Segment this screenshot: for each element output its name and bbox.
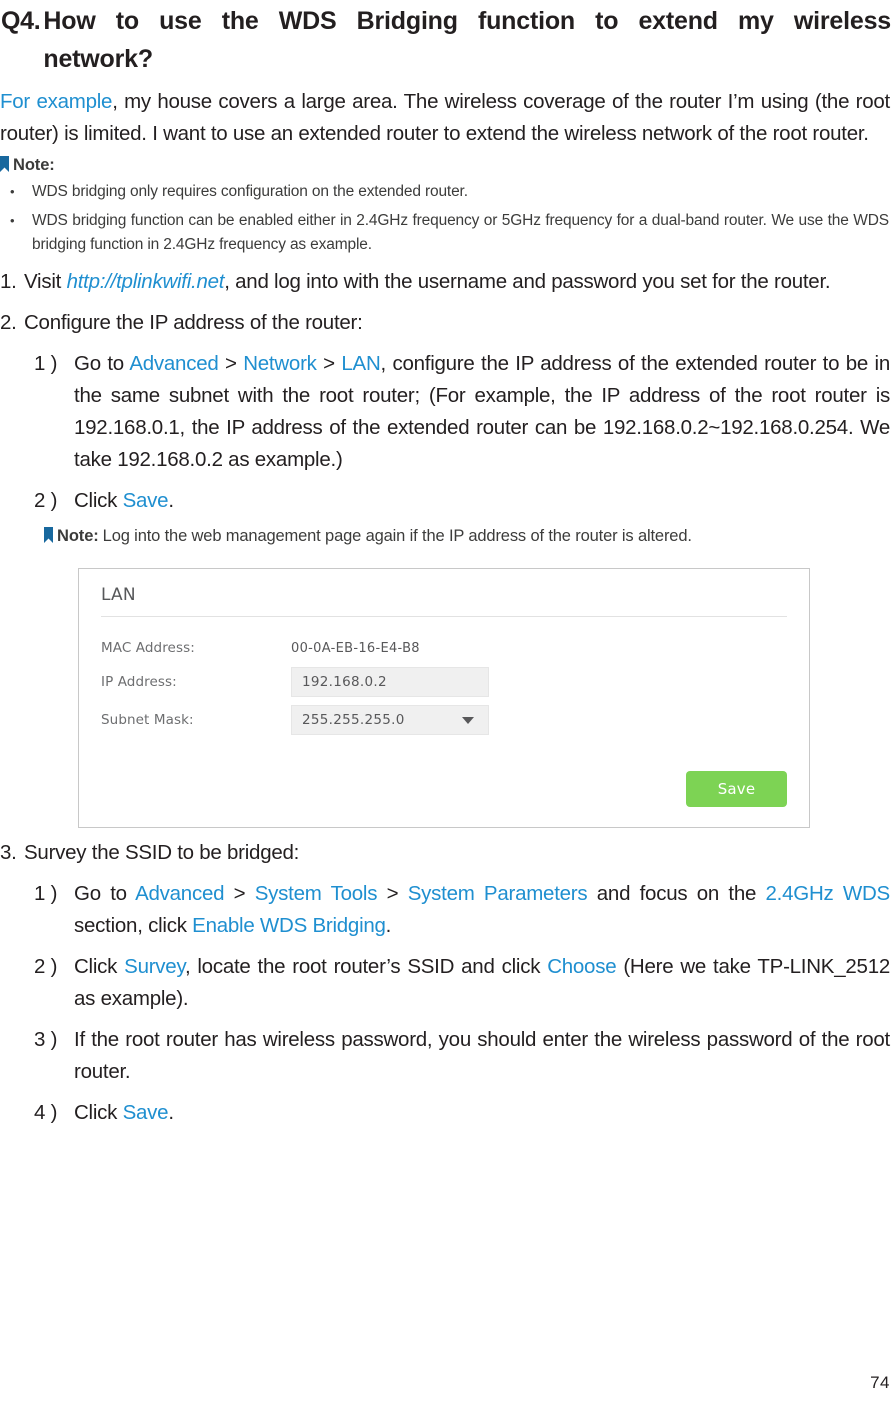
intro-rest: , my house covers a large area. The wire… <box>0 90 890 145</box>
system-parameters-link[interactable]: System Parameters <box>408 882 588 905</box>
t3: > <box>377 882 408 905</box>
step-2-sub-1-number: 1 ) <box>34 352 58 375</box>
t3: > <box>316 352 342 375</box>
step-1-number: 1. <box>0 270 17 293</box>
survey-link[interactable]: Survey <box>124 955 185 978</box>
t2: , locate the root router’s SSID and clic… <box>184 955 548 978</box>
t1: Click <box>74 489 123 512</box>
save-link[interactable]: Save <box>123 1101 169 1124</box>
step-3-sub-1: 1 ) Go to Advanced > System Tools > Syst… <box>0 878 891 942</box>
ip-address-label: IP Address: <box>101 674 177 690</box>
t2: . <box>168 1101 174 1124</box>
step-3-number: 3. <box>0 841 17 864</box>
intro-paragraph: For example, my house covers a large are… <box>0 86 891 150</box>
t1: Click <box>74 955 125 978</box>
question-heading: Q4. How to use the WDS Bridging function… <box>0 0 891 78</box>
lan-panel-title: LAN <box>101 585 136 605</box>
step-3-sub-4-text: Click Save. <box>74 1097 891 1129</box>
t6: . <box>385 914 392 937</box>
note-top-bullets: • WDS bridging only requires configurati… <box>0 180 891 257</box>
tplinkwifi-link[interactable]: http://tplinkwifi.net <box>67 270 225 293</box>
note-top-header: Note: <box>0 154 891 175</box>
ip-address-input[interactable]: 192.168.0.2 <box>291 667 489 697</box>
advanced-link[interactable]: Advanced <box>129 352 218 375</box>
t2: > <box>224 882 255 905</box>
question-title-line1: How to use the WDS Bridging function to … <box>43 7 891 35</box>
step-2-sub-1-text: Go to Advanced > Network > LAN, configur… <box>74 348 891 476</box>
step-3: 3. Survey the SSID to be bridged: <box>0 837 891 869</box>
step-3-sub-2-text: Click Survey, locate the root router’s S… <box>74 951 891 1015</box>
t1: Click <box>74 1101 123 1124</box>
system-tools-link[interactable]: System Tools <box>255 882 378 905</box>
subnet-mask-label: Subnet Mask: <box>101 712 194 728</box>
lan-panel: LAN MAC Address: 00-0A-EB-16-E4-B8 IP Ad… <box>78 568 810 828</box>
divider <box>101 616 787 617</box>
mac-address-value: 00-0A-EB-16-E4-B8 <box>291 640 420 656</box>
step-1-post: , and log into with the username and pas… <box>224 270 831 293</box>
lan-panel-footer: Save <box>101 771 787 807</box>
step-1: 1. Visit http://tplinkwifi.net, and log … <box>0 266 891 298</box>
save-button[interactable]: Save <box>686 771 787 807</box>
step-2: 2. Configure the IP address of the route… <box>0 307 891 339</box>
chevron-down-icon <box>462 716 474 724</box>
step-2-sub-2: 2 ) Click Save. <box>0 485 891 517</box>
for-example-link[interactable]: For example <box>0 90 112 113</box>
list-item: • WDS bridging function can be enabled e… <box>0 209 891 257</box>
subnet-mask-row: Subnet Mask: 255.255.255.0 <box>101 705 787 735</box>
bullet-icon: • <box>10 184 15 199</box>
t5: section, click <box>74 914 193 937</box>
list-item: • WDS bridging only requires configurati… <box>0 180 891 204</box>
bookmark-icon <box>0 156 9 172</box>
ip-address-row: IP Address: 192.168.0.2 <box>101 667 787 697</box>
save-link[interactable]: Save <box>123 489 169 512</box>
t1: Go to <box>74 352 130 375</box>
advanced-link[interactable]: Advanced <box>135 882 224 905</box>
network-link[interactable]: Network <box>243 352 317 375</box>
mac-address-row: MAC Address: 00-0A-EB-16-E4-B8 <box>101 637 787 659</box>
t1: Go to <box>74 882 136 905</box>
lan-panel-wrapper: LAN MAC Address: 00-0A-EB-16-E4-B8 IP Ad… <box>0 568 891 828</box>
step-3-sub-1-text: Go to Advanced > System Tools > System P… <box>74 878 891 942</box>
step-3-sub-4: 4 ) Click Save. <box>0 1097 891 1129</box>
step-2-number: 2. <box>0 311 17 334</box>
enable-wds-bridging-link[interactable]: Enable WDS Bridging <box>192 914 386 937</box>
t2: . <box>168 489 174 512</box>
lan-link[interactable]: LAN <box>341 352 380 375</box>
step-2-note-label: Note: <box>57 527 99 545</box>
step-2-sub-2-number: 2 ) <box>34 489 58 512</box>
question-title-line2: network? <box>43 45 153 73</box>
note-bullet-text: WDS bridging function can be enabled eit… <box>32 212 889 253</box>
choose-link[interactable]: Choose <box>547 955 616 978</box>
question-number: Q4. <box>1 7 41 35</box>
document-page: Q4. How to use the WDS Bridging function… <box>0 0 891 1401</box>
step-2-note-text: Log into the web management page again i… <box>102 527 692 545</box>
subnet-mask-select[interactable]: 255.255.255.0 <box>291 705 489 735</box>
step-3-sub-3: 3 ) If the root router has wireless pass… <box>0 1024 891 1088</box>
mac-address-label: MAC Address: <box>101 640 195 656</box>
step-3-sub-1-number: 1 ) <box>34 882 58 905</box>
step-1-text: Visit http://tplinkwifi.net, and log int… <box>24 266 891 298</box>
bullet-icon: • <box>10 213 15 228</box>
step-3-sub-2-number: 2 ) <box>34 955 58 978</box>
step-3-sub-3-number: 3 ) <box>34 1028 58 1051</box>
note-top-label: Note: <box>13 156 55 174</box>
t2: > <box>218 352 244 375</box>
step-2-note: Note: Log into the web management page a… <box>0 525 891 546</box>
bookmark-icon <box>44 527 53 543</box>
step-2-sub-2-text: Click Save. <box>74 485 891 517</box>
subnet-mask-value: 255.255.255.0 <box>302 712 405 728</box>
step-3-text: Survey the SSID to be bridged: <box>24 841 300 864</box>
t4: and focus on the <box>587 882 766 905</box>
step-2-sub-1: 1 ) Go to Advanced > Network > LAN, conf… <box>0 348 891 476</box>
page-number: 74 <box>870 1373 890 1392</box>
step-3-sub-3-text: If the root router has wireless password… <box>74 1028 890 1083</box>
step-3-sub-4-number: 4 ) <box>34 1101 58 1124</box>
step-3-sub-2: 2 ) Click Survey, locate the root router… <box>0 951 891 1015</box>
question-title: How to use the WDS Bridging function to … <box>40 2 891 78</box>
step-2-text: Configure the IP address of the router: <box>24 311 363 334</box>
wds-24ghz-link[interactable]: 2.4GHz WDS <box>766 882 891 905</box>
step-1-pre: Visit <box>24 270 67 293</box>
note-bullet-text: WDS bridging only requires configuration… <box>32 183 468 200</box>
